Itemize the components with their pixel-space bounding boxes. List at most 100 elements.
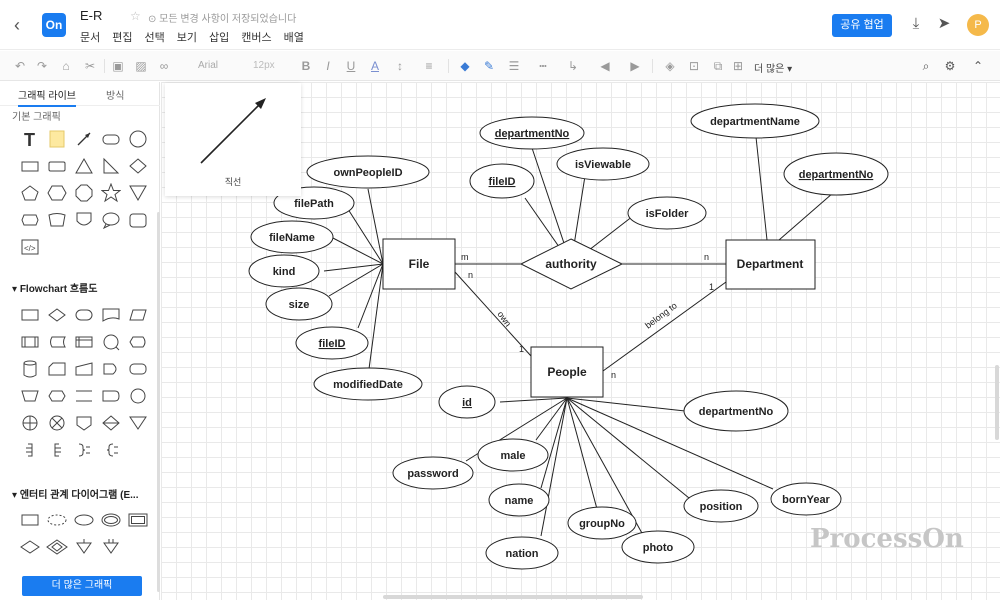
document-shape[interactable] [97,301,124,328]
attr-bornyear[interactable]: bornYear [770,482,842,516]
attr-authority-departmentno[interactable]: departmentNo [479,116,585,150]
document-title[interactable]: E-R [80,8,102,23]
font-family-select[interactable]: Arial [198,60,218,71]
right-triangle-shape[interactable] [97,152,124,179]
off-page-shape[interactable] [97,382,124,409]
section-flowchart-title[interactable]: ▾ Flowchart 흐름도 [12,280,97,295]
inverted-triangle-shape[interactable] [124,179,151,206]
entity-department[interactable]: Department [725,239,816,290]
vertical-scrollbar[interactable] [995,365,999,440]
attr-people-id[interactable]: id [438,385,496,419]
loop-limit-shape[interactable] [124,355,151,382]
lock-icon[interactable]: ⊡ [686,58,702,74]
section-basic-title[interactable]: 기본 그래픽 [12,108,61,123]
attr-department-departmentno[interactable]: departmentNo [783,152,889,196]
terminator-shape[interactable] [70,301,97,328]
arrow-line-shape[interactable] [70,125,97,152]
tab-graphics-library[interactable]: 그래픽 라이브 [18,87,76,107]
attr-male[interactable]: male [477,438,549,472]
user-avatar[interactable]: P [967,14,989,36]
triangle-shape[interactable] [70,152,97,179]
attr-authority-fileid[interactable]: fileID [469,163,535,199]
display-shape[interactable] [124,328,151,355]
weak-entity-shape[interactable] [124,506,151,533]
arrow-start-icon[interactable]: ◀ [596,58,614,74]
merge-shape[interactable] [124,409,151,436]
more-shapes-button[interactable]: 더 많은 그래픽 [22,576,142,596]
attr-ownpeopleid[interactable]: ownPeopleID [306,155,430,189]
entity-people[interactable]: People [530,346,604,398]
star-icon[interactable]: ☆ [130,9,141,23]
relationship-authority[interactable]: authority [519,238,624,290]
style-icon[interactable]: ▣ [110,58,126,74]
format-painter-icon[interactable]: ⌂ [58,58,74,74]
attr-password[interactable]: password [392,456,474,490]
circle-flow-shape[interactable] [124,382,151,409]
sort-shape[interactable] [97,409,124,436]
delay-shape[interactable] [97,355,124,382]
fill-color-icon[interactable]: ◆ [458,58,472,74]
processon-logo[interactable]: On [42,13,66,37]
tab-style[interactable]: 방식 [106,87,124,102]
trapezoid-shape[interactable] [43,206,70,233]
collapse-icon[interactable]: ⌃ [970,58,986,74]
font-size-select[interactable]: 12px [253,60,275,71]
attribute-shape[interactable] [70,506,97,533]
attr-file-fileid[interactable]: fileID [295,326,369,360]
internal-storage-shape[interactable] [70,328,97,355]
annotation-left-shape[interactable] [43,436,70,463]
container-shape[interactable] [124,206,151,233]
off-page-ref-shape[interactable] [70,409,97,436]
clear-format-icon[interactable]: ✂ [82,58,98,74]
brace-left-shape[interactable] [97,436,124,463]
attr-modifieddate[interactable]: modifiedDate [313,367,423,401]
menu-item-arrange[interactable]: 배열 [284,29,304,45]
sidebar-scrollbar[interactable] [157,212,160,592]
pentagon-shape[interactable] [16,179,43,206]
arrow-end-icon[interactable]: ▶ [626,58,644,74]
attr-name[interactable]: name [488,483,550,517]
attr-size[interactable]: size [265,287,333,321]
italic-icon[interactable]: I [322,58,334,74]
attr-groupno[interactable]: groupNo [567,506,637,540]
relationship-shape[interactable] [16,533,43,560]
predefined-process-shape[interactable] [16,328,43,355]
cloud-shape[interactable] [16,206,43,233]
send-icon[interactable]: ➤ [934,14,954,34]
underline-icon[interactable]: U [344,58,358,74]
menu-item-canvas[interactable]: 캔버스 [241,29,271,45]
attr-isfolder[interactable]: isFolder [627,196,707,230]
share-collaborate-button[interactable]: 공유 협업 [832,14,892,37]
attr-isviewable[interactable]: isViewable [556,147,650,181]
find-icon[interactable]: ⌕ [918,58,934,74]
settings-icon[interactable]: ⚙ [942,58,958,74]
card-shape[interactable] [43,355,70,382]
rect-rounded-shape[interactable] [43,152,70,179]
shield-shape[interactable] [70,206,97,233]
align-icon[interactable]: ≡ [420,58,438,74]
line-color-icon[interactable]: ✎ [482,58,496,74]
decision-shape[interactable] [43,301,70,328]
diamond-shape[interactable] [124,152,151,179]
isa-double-shape[interactable] [97,533,124,560]
summing-junction-shape[interactable] [16,409,43,436]
stored-data-shape[interactable] [43,328,70,355]
line-width-icon[interactable]: ☰ [505,58,523,74]
manual-operation-shape[interactable] [16,382,43,409]
menu-item-select[interactable]: 선택 [145,29,165,45]
connector-shape[interactable] [97,328,124,355]
attr-nation[interactable]: nation [485,536,559,570]
bold-icon[interactable]: B [300,58,312,74]
attr-people-departmentno[interactable]: departmentNo [683,390,789,432]
manual-input-shape[interactable] [70,355,97,382]
derived-attribute-shape[interactable] [43,506,70,533]
entity-file[interactable]: File [382,238,456,290]
redo-icon[interactable]: ↷ [34,58,50,74]
font-color-icon[interactable]: A [368,58,382,74]
menu-item-insert[interactable]: 삽입 [209,29,229,45]
or-shape[interactable] [43,409,70,436]
attr-position[interactable]: position [683,489,759,523]
note-shape[interactable] [43,125,70,152]
hexagon-shape[interactable] [43,179,70,206]
menu-item-edit[interactable]: 편집 [112,29,132,45]
